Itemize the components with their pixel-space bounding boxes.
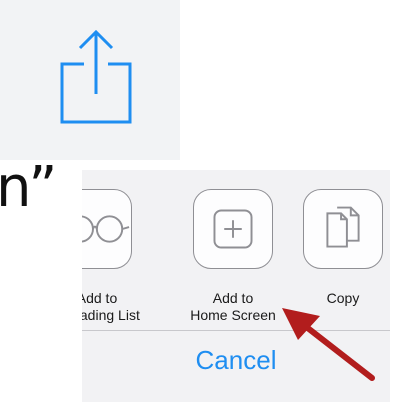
copy-button[interactable] bbox=[303, 189, 383, 269]
share-icon-panel bbox=[0, 0, 180, 160]
copy-label: Copy bbox=[326, 290, 360, 306]
quote-fragment-text: n” bbox=[0, 155, 58, 220]
share-sheet: Add to Reading List Add to Home Screen C… bbox=[82, 170, 390, 402]
divider bbox=[82, 330, 390, 331]
copy-documents-icon bbox=[326, 206, 360, 248]
plus-square-icon bbox=[213, 209, 253, 249]
add-to-reading-list-button[interactable] bbox=[82, 189, 132, 269]
share-icon[interactable] bbox=[56, 22, 136, 132]
reading-list-label: Add to Reading List bbox=[82, 290, 140, 323]
glasses-icon bbox=[82, 215, 130, 243]
cancel-button[interactable]: Cancel bbox=[82, 344, 390, 376]
add-to-home-screen-button[interactable] bbox=[193, 189, 273, 269]
home-screen-label: Add to Home Screen bbox=[190, 290, 276, 323]
